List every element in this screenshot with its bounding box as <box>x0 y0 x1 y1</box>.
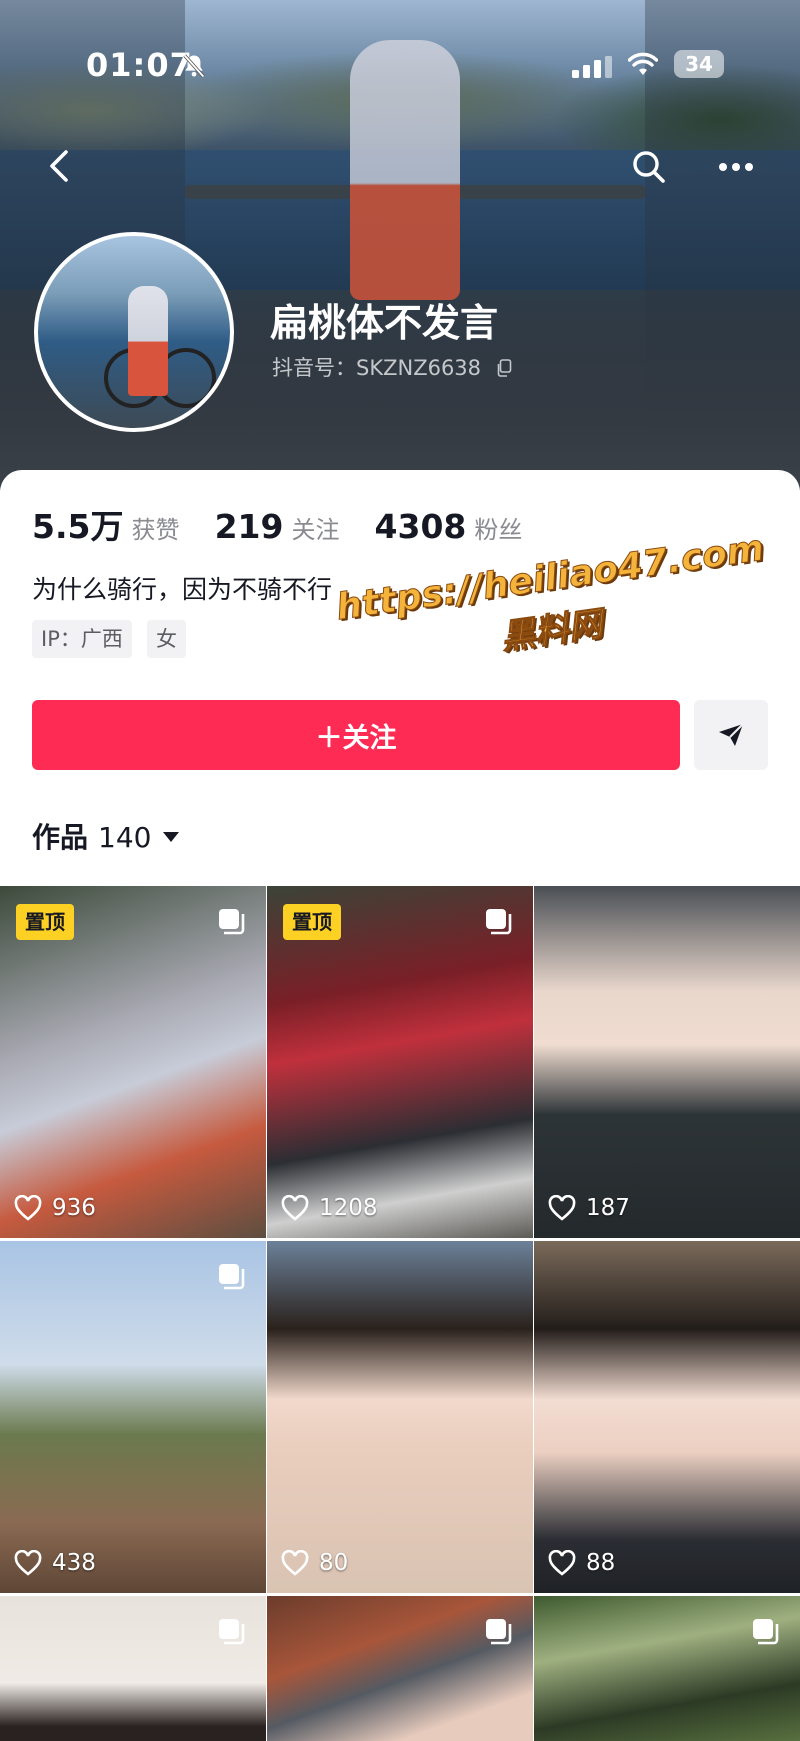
video-tile[interactable]: 187 <box>534 886 800 1238</box>
avatar[interactable] <box>34 232 234 432</box>
like-count: 88 <box>548 1547 615 1579</box>
more-icon[interactable] <box>718 160 754 174</box>
tag-gender: 女 <box>146 620 186 658</box>
works-count: 140 <box>98 821 152 854</box>
multi-image-icon <box>219 1619 245 1645</box>
like-count-value: 1208 <box>319 1195 378 1221</box>
like-count: 1208 <box>281 1192 378 1224</box>
bell-off-icon <box>183 54 205 78</box>
like-count-value: 936 <box>52 1195 96 1221</box>
profile-id[interactable]: 抖音号：SKZNZ6638 <box>272 352 512 382</box>
works-grid: 置顶 936 置顶 1208 187 438 80 88 <box>0 886 800 1741</box>
stat-following[interactable]: 219 关注 <box>215 507 340 546</box>
like-count: 187 <box>548 1192 630 1224</box>
like-count: 438 <box>14 1547 96 1579</box>
heart-icon <box>548 1195 576 1221</box>
pinned-badge: 置顶 <box>16 904 74 940</box>
status-time: 01:07 <box>86 46 193 84</box>
video-tile[interactable] <box>0 1596 266 1741</box>
video-tile[interactable]: 置顶 936 <box>0 886 266 1238</box>
copy-icon[interactable] <box>496 359 512 377</box>
heart-icon <box>281 1195 309 1221</box>
status-bar: 01:07 34 <box>0 40 800 90</box>
wifi-icon <box>628 52 658 75</box>
pinned-badge: 置顶 <box>283 904 341 940</box>
video-tile[interactable]: 80 <box>267 1241 533 1593</box>
stat-value: 219 <box>214 507 284 546</box>
like-count-value: 80 <box>319 1550 349 1576</box>
like-count-value: 438 <box>52 1550 96 1576</box>
multi-image-icon <box>486 909 512 935</box>
avatar-rider <box>128 286 168 396</box>
heart-icon <box>14 1550 42 1576</box>
video-thumbnail <box>267 1241 533 1593</box>
stat-value: 5.5万 <box>32 507 124 546</box>
multi-image-icon <box>486 1619 512 1645</box>
video-thumbnail <box>534 1241 800 1593</box>
stat-label: 粉丝 <box>474 516 523 544</box>
like-count: 936 <box>14 1192 96 1224</box>
share-button[interactable] <box>694 700 768 770</box>
stat-label: 获赞 <box>131 516 180 544</box>
follow-button[interactable]: ＋关注 <box>32 700 680 770</box>
multi-image-icon <box>219 1264 245 1290</box>
like-count-value: 88 <box>586 1550 616 1576</box>
caret-down-icon <box>163 832 180 842</box>
tag-ip: IP：广西 <box>32 620 132 658</box>
battery-icon: 34 <box>674 50 724 78</box>
video-tile[interactable]: 438 <box>0 1241 266 1593</box>
search-icon[interactable] <box>630 148 668 186</box>
profile-nickname: 扁桃体不发言 <box>270 301 499 345</box>
stat-value: 4308 <box>374 507 467 546</box>
like-count-value: 187 <box>586 1195 630 1221</box>
like-count: 80 <box>281 1547 348 1579</box>
battery-level: 34 <box>685 52 713 76</box>
stat-likes[interactable]: 5.5万 获赞 <box>32 500 179 548</box>
multi-image-icon <box>219 909 245 935</box>
multi-image-icon <box>753 1619 779 1645</box>
send-icon <box>719 723 744 746</box>
heart-icon <box>548 1550 576 1576</box>
stat-label: 关注 <box>291 516 340 544</box>
works-label: 作品 <box>32 821 89 854</box>
heart-icon <box>281 1550 309 1576</box>
video-tile[interactable]: 置顶 1208 <box>267 886 533 1238</box>
works-tab[interactable]: 作品 140 <box>32 816 180 856</box>
profile-bio: 为什么骑行，因为不骑不行 <box>32 575 333 604</box>
profile-tags: IP：广西 女 <box>32 620 196 660</box>
heart-icon <box>14 1195 42 1221</box>
profile-stats: 5.5万 获赞 219 关注 4308 粉丝 <box>32 500 552 550</box>
profile-id-text: 抖音号：SKZNZ6638 <box>272 356 482 380</box>
video-tile[interactable] <box>534 1596 800 1741</box>
back-icon[interactable] <box>42 146 76 186</box>
video-tile[interactable] <box>267 1596 533 1741</box>
video-tile[interactable]: 88 <box>534 1241 800 1593</box>
video-thumbnail <box>534 886 800 1238</box>
stat-followers[interactable]: 4308 粉丝 <box>375 507 523 546</box>
signal-icon <box>572 56 612 78</box>
video-thumbnail <box>0 1241 266 1593</box>
